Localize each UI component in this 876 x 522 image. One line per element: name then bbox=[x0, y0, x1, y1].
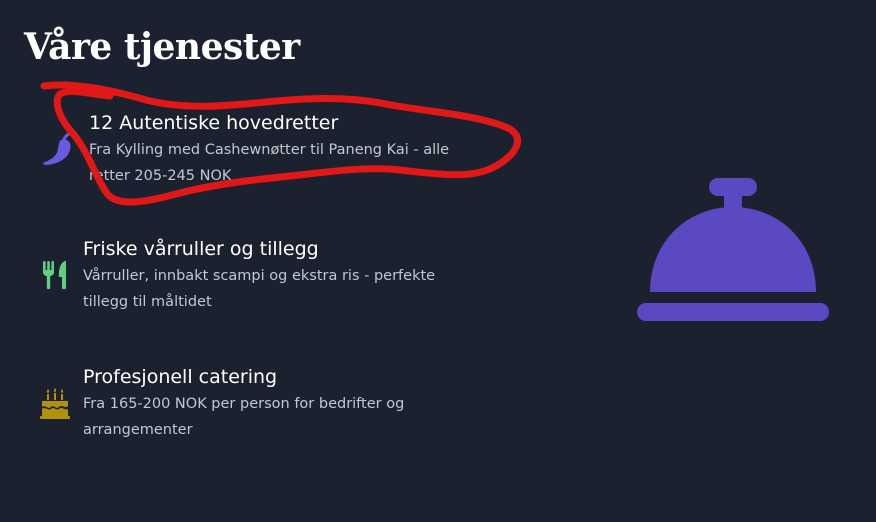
chili-pepper-icon bbox=[40, 129, 76, 169]
birthday-cake-icon bbox=[37, 383, 73, 423]
service-item-spring-rolls: Friske vårruller og tillegg Vårruller, i… bbox=[37, 235, 475, 315]
service-description: Fra 165-200 NOK per person for bedrifter… bbox=[83, 396, 405, 438]
service-title: Friske vårruller og tillegg bbox=[83, 238, 319, 260]
service-item-main-dishes: 12 Autentiske hovedretter Fra Kylling me… bbox=[40, 109, 481, 189]
concierge-bell-icon bbox=[636, 177, 832, 329]
service-title: Profesjonell catering bbox=[83, 366, 278, 388]
section-title: Våre tjenester bbox=[24, 26, 300, 68]
service-description: Vårruller, innbakt scampi og ekstra ris … bbox=[83, 268, 436, 310]
service-item-catering: Profesjonell catering Fra 165-200 NOK pe… bbox=[37, 363, 475, 443]
service-description: Fra Kylling med Cashewnøtter til Paneng … bbox=[89, 142, 450, 184]
fork-knife-icon bbox=[37, 255, 73, 295]
service-title: 12 Autentiske hovedretter bbox=[89, 112, 339, 134]
